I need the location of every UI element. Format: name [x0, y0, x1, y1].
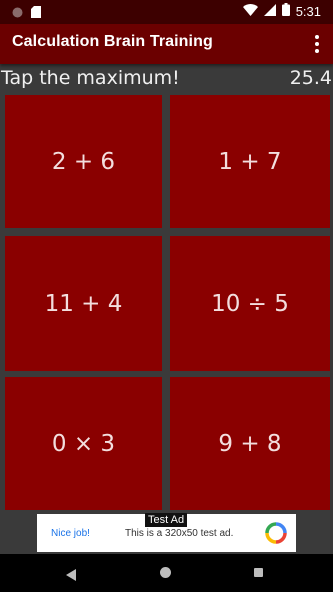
- test-ad-badge: Test Ad: [145, 513, 188, 527]
- timer-display: 25.4: [289, 67, 332, 89]
- instruction-text: Tap the maximum!: [1, 67, 180, 89]
- answer-grid: 2 + 6 1 + 7 11 + 4 10 ÷ 5 0 × 3 9 + 8: [0, 94, 333, 512]
- navigation-bar: [0, 554, 333, 592]
- game-info-bar: Tap the maximum! 25.4: [0, 64, 333, 94]
- answer-tile[interactable]: 1 + 7: [170, 95, 330, 228]
- ad-logo-icon: [265, 522, 287, 544]
- app-title: Calculation Brain Training: [12, 33, 213, 50]
- circle-notification-icon: [12, 5, 23, 23]
- answer-tile[interactable]: 10 ÷ 5: [170, 236, 330, 371]
- battery-icon: [281, 3, 290, 19]
- answer-tile[interactable]: 9 + 8: [170, 377, 330, 510]
- cellular-signal-icon: [263, 3, 276, 19]
- more-vert-icon[interactable]: [309, 33, 325, 55]
- ad-description: This is a 320x50 test ad.: [125, 528, 234, 539]
- status-time: 5:31: [295, 3, 321, 19]
- back-icon[interactable]: [66, 566, 76, 585]
- recents-icon[interactable]: [254, 568, 263, 577]
- ad-headline: Nice job!: [51, 528, 90, 539]
- app-bar: Calculation Brain Training: [0, 24, 333, 64]
- wifi-icon: [242, 3, 258, 19]
- answer-tile[interactable]: 2 + 6: [5, 95, 162, 228]
- home-icon[interactable]: [160, 567, 171, 578]
- answer-tile[interactable]: 11 + 4: [5, 236, 162, 371]
- ad-banner[interactable]: Test Ad Nice job! This is a 320x50 test …: [37, 513, 296, 552]
- status-bar: 5:31: [0, 0, 333, 24]
- sd-card-icon: [31, 5, 41, 23]
- answer-tile[interactable]: 0 × 3: [5, 377, 162, 510]
